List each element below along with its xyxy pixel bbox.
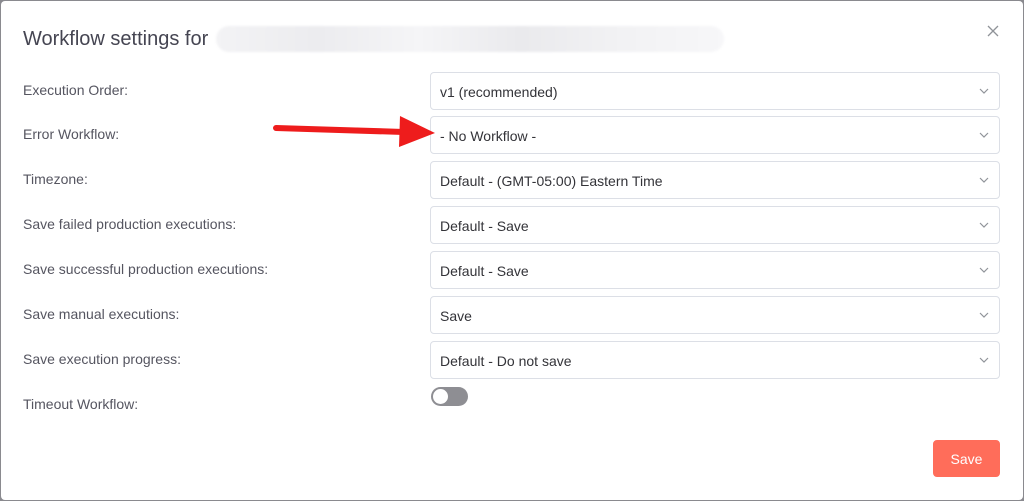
workflow-settings-dialog: Workflow settings for Execution Order: v… (1, 1, 1023, 500)
toggle-knob (433, 389, 448, 404)
dialog-title-text: Workflow settings for (23, 27, 209, 50)
execution-order-select[interactable]: v1 (recommended) (430, 72, 1000, 110)
timezone-value: Default - (GMT-05:00) Eastern Time (440, 173, 663, 189)
setting-row-save-progress: Save execution progress: Default - Do no… (1, 341, 1023, 379)
save-failed-label: Save failed production executions: (23, 216, 237, 232)
timeout-workflow-toggle[interactable] (431, 387, 468, 406)
error-workflow-label: Error Workflow: (23, 126, 120, 142)
chevron-down-icon (979, 357, 989, 363)
setting-row-save-manual: Save manual executions: Save (1, 296, 1023, 334)
close-icon (987, 25, 999, 37)
chevron-down-icon (979, 132, 989, 138)
save-failed-value: Default - Save (440, 218, 529, 234)
chevron-down-icon (979, 312, 989, 318)
setting-row-error-workflow: Error Workflow: - No Workflow - (1, 116, 1023, 154)
save-manual-value: Save (440, 308, 472, 324)
save-successful-label: Save successful production executions: (23, 261, 269, 277)
error-workflow-select[interactable]: - No Workflow - (430, 116, 1000, 154)
save-progress-label: Save execution progress: (23, 351, 181, 367)
execution-order-label: Execution Order: (23, 82, 129, 98)
timezone-label: Timezone: (23, 171, 88, 187)
save-failed-select[interactable]: Default - Save (430, 206, 1000, 244)
setting-row-timezone: Timezone: Default - (GMT-05:00) Eastern … (1, 161, 1023, 199)
chevron-down-icon (979, 177, 989, 183)
save-manual-select[interactable]: Save (430, 296, 1000, 334)
dialog-header: Workflow settings for (1, 1, 1023, 71)
setting-row-timeout: Timeout Workflow: (1, 386, 1023, 424)
chevron-down-icon (979, 267, 989, 273)
dialog-title: Workflow settings for (23, 26, 725, 52)
setting-row-execution-order: Execution Order: v1 (recommended) (1, 72, 1023, 110)
save-successful-select[interactable]: Default - Save (430, 251, 1000, 289)
error-workflow-value: - No Workflow - (440, 128, 537, 144)
execution-order-value: v1 (recommended) (440, 84, 558, 100)
save-successful-value: Default - Save (440, 263, 529, 279)
timezone-select[interactable]: Default - (GMT-05:00) Eastern Time (430, 161, 1000, 199)
save-button[interactable]: Save (933, 440, 1000, 477)
save-manual-label: Save manual executions: (23, 306, 180, 322)
chevron-down-icon (979, 88, 989, 94)
close-button[interactable] (983, 23, 1003, 43)
timeout-workflow-label: Timeout Workflow: (23, 396, 139, 412)
redacted-workflow-name (216, 26, 725, 52)
setting-row-save-failed: Save failed production executions: Defau… (1, 206, 1023, 244)
save-progress-value: Default - Do not save (440, 353, 572, 369)
chevron-down-icon (979, 222, 989, 228)
save-progress-select[interactable]: Default - Do not save (430, 341, 1000, 379)
setting-row-save-successful: Save successful production executions: D… (1, 251, 1023, 289)
